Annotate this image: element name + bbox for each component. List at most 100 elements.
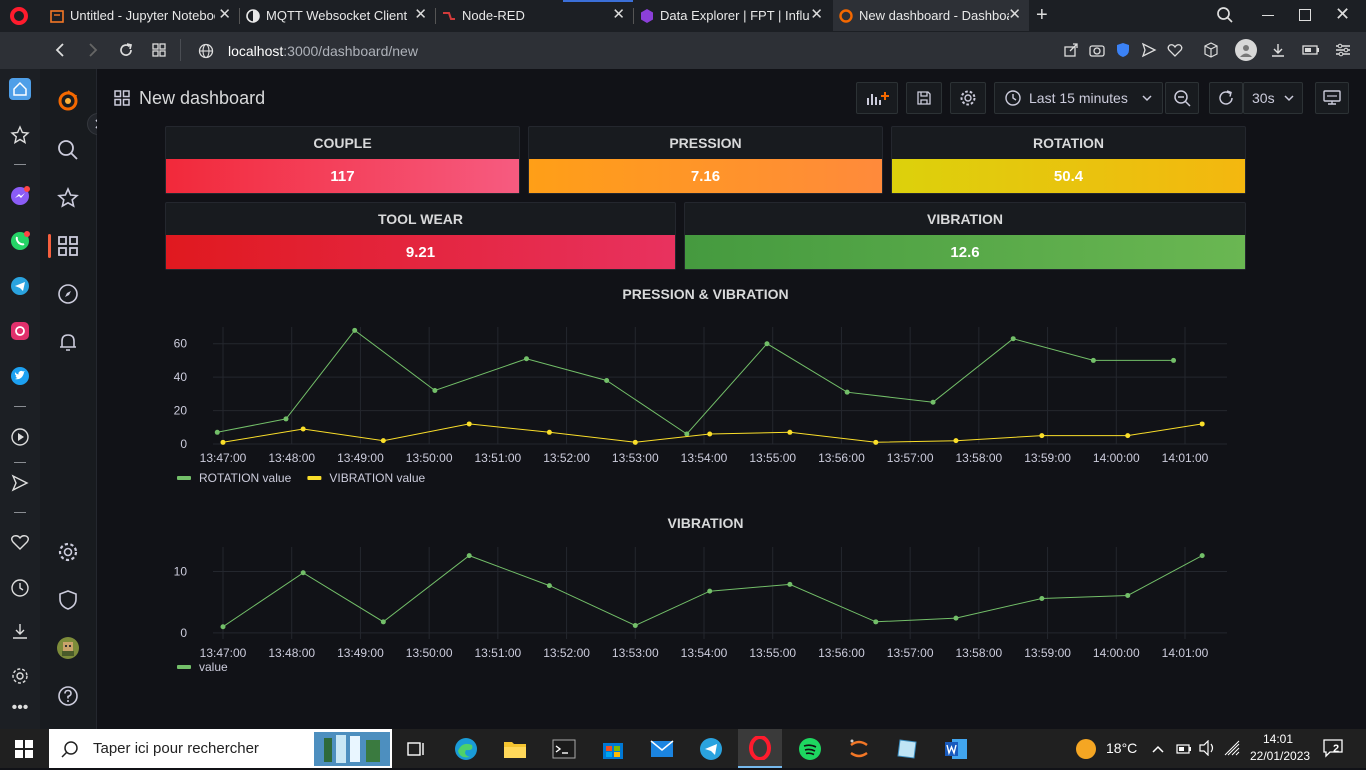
data-point[interactable] bbox=[873, 619, 879, 625]
close-tab-icon[interactable]: ✕ bbox=[612, 7, 625, 22]
speed-dial-star-icon[interactable] bbox=[9, 124, 31, 146]
data-point[interactable] bbox=[632, 439, 638, 445]
data-point[interactable] bbox=[546, 583, 552, 589]
grafana-logo-icon[interactable] bbox=[56, 89, 80, 113]
tab-influxdb[interactable]: Data Explorer | FPT | InfluxDB ✕ bbox=[634, 0, 831, 31]
data-point[interactable] bbox=[300, 426, 306, 432]
legend-label[interactable]: value bbox=[199, 660, 228, 674]
dashboard-title[interactable]: New dashboard bbox=[139, 88, 265, 109]
data-point[interactable] bbox=[220, 624, 226, 630]
data-point[interactable] bbox=[787, 581, 793, 587]
data-point[interactable] bbox=[380, 619, 386, 625]
search-tabs-icon[interactable] bbox=[1216, 6, 1234, 29]
send-icon[interactable] bbox=[1139, 40, 1159, 60]
battery-icon[interactable] bbox=[1176, 742, 1192, 760]
downloads-icon[interactable] bbox=[9, 620, 31, 642]
timeseries-chart-pression-vibration[interactable]: 13:47:00 13:48:00 13:49:00 13:50:00 13:51:00… bbox=[165, 311, 1246, 491]
data-point[interactable] bbox=[300, 570, 306, 576]
data-point[interactable] bbox=[220, 439, 226, 445]
more-dots-icon[interactable]: ••• bbox=[9, 697, 31, 719]
edge-icon[interactable] bbox=[452, 735, 480, 763]
close-tab-icon[interactable]: ✕ bbox=[218, 7, 231, 22]
shield-vpn-icon[interactable] bbox=[1113, 40, 1133, 60]
server-admin-shield-icon[interactable] bbox=[56, 588, 80, 612]
twitter-icon[interactable] bbox=[9, 365, 31, 387]
stat-panel-tool-wear[interactable]: TOOL WEAR 9.21 bbox=[165, 202, 676, 270]
data-point[interactable] bbox=[352, 327, 358, 333]
settings-icon[interactable] bbox=[9, 665, 31, 687]
data-point[interactable] bbox=[873, 439, 879, 445]
tab-node-red[interactable]: Node-RED ✕ bbox=[436, 0, 633, 31]
time-range-picker[interactable]: Last 15 minutes bbox=[994, 82, 1163, 114]
data-point[interactable] bbox=[214, 429, 220, 435]
data-point[interactable] bbox=[283, 416, 289, 422]
battery-saver-icon[interactable] bbox=[1301, 40, 1321, 60]
network-icon[interactable] bbox=[1224, 740, 1240, 761]
new-tab-icon[interactable]: + bbox=[1036, 4, 1048, 27]
chevron-up-icon[interactable] bbox=[1152, 741, 1164, 759]
camera-icon[interactable] bbox=[1087, 40, 1107, 60]
data-point[interactable] bbox=[684, 431, 690, 437]
refresh-button[interactable] bbox=[1209, 82, 1243, 114]
instagram-icon[interactable] bbox=[9, 320, 31, 342]
reload-icon[interactable] bbox=[116, 40, 136, 60]
data-point[interactable] bbox=[930, 399, 936, 405]
data-point[interactable] bbox=[1039, 596, 1045, 602]
back-icon[interactable] bbox=[50, 40, 70, 60]
word-icon[interactable] bbox=[942, 735, 970, 763]
my-flow-icon[interactable] bbox=[9, 472, 31, 494]
data-point[interactable] bbox=[466, 553, 472, 559]
data-point[interactable] bbox=[1039, 433, 1045, 439]
data-point[interactable] bbox=[953, 615, 959, 621]
legend-label[interactable]: ROTATION value bbox=[199, 471, 292, 485]
search-icon[interactable] bbox=[56, 138, 80, 162]
data-point[interactable] bbox=[1010, 336, 1016, 342]
whatsapp-icon[interactable] bbox=[9, 230, 31, 252]
clock[interactable]: 14:01 22/01/2023 bbox=[1250, 731, 1310, 765]
tab-jupyter[interactable]: Untitled - Jupyter Notebook ✕ bbox=[44, 0, 239, 31]
stat-panel-vibration[interactable]: VIBRATION 12.6 bbox=[684, 202, 1246, 270]
close-tab-icon[interactable]: ✕ bbox=[810, 7, 823, 22]
file-explorer-icon[interactable] bbox=[501, 735, 529, 763]
close-tab-icon[interactable]: ✕ bbox=[1008, 7, 1021, 22]
profile-avatar[interactable] bbox=[1235, 39, 1257, 61]
configuration-gear-icon[interactable] bbox=[56, 540, 80, 564]
data-point[interactable] bbox=[707, 431, 713, 437]
mail-icon[interactable] bbox=[648, 735, 676, 763]
stat-panel-pression[interactable]: PRESSION 7.16 bbox=[528, 126, 883, 194]
weather-temperature[interactable]: 18°C bbox=[1106, 740, 1137, 756]
data-point[interactable] bbox=[764, 341, 770, 347]
data-point[interactable] bbox=[604, 377, 610, 383]
spotify-icon[interactable] bbox=[796, 735, 824, 763]
refresh-interval-picker[interactable]: 30s bbox=[1243, 82, 1303, 114]
tab-grid-icon[interactable] bbox=[149, 40, 169, 60]
dashboards-icon[interactable] bbox=[56, 234, 80, 258]
user-avatar[interactable] bbox=[56, 636, 80, 660]
data-point[interactable] bbox=[1199, 421, 1205, 427]
task-view-icon[interactable] bbox=[402, 735, 430, 763]
data-point[interactable] bbox=[1125, 592, 1131, 598]
volume-icon[interactable] bbox=[1198, 739, 1216, 761]
data-point[interactable] bbox=[546, 429, 552, 435]
data-point[interactable] bbox=[787, 429, 793, 435]
dashboard-settings-button[interactable] bbox=[950, 82, 986, 114]
legend-label[interactable]: VIBRATION value bbox=[329, 471, 425, 485]
data-point[interactable] bbox=[1199, 553, 1205, 559]
data-point[interactable] bbox=[432, 388, 438, 394]
timeseries-chart-vibration[interactable]: 13:47:00 13:48:00 13:49:00 13:50:00 13:51:00… bbox=[165, 539, 1246, 681]
add-panel-button[interactable] bbox=[856, 82, 898, 114]
data-point[interactable] bbox=[380, 438, 386, 444]
download-icon[interactable] bbox=[1268, 40, 1288, 60]
starred-icon[interactable] bbox=[56, 186, 80, 210]
restore-icon[interactable] bbox=[1299, 9, 1311, 21]
microsoft-store-icon[interactable] bbox=[599, 735, 627, 763]
home-icon[interactable] bbox=[9, 78, 31, 100]
alerting-bell-icon[interactable] bbox=[56, 330, 80, 354]
terminal-icon[interactable] bbox=[550, 735, 578, 763]
opera-logo-icon[interactable] bbox=[10, 7, 28, 25]
save-dashboard-button[interactable] bbox=[906, 82, 942, 114]
close-window-icon[interactable]: ✕ bbox=[1335, 4, 1350, 25]
zoom-out-button[interactable] bbox=[1165, 82, 1199, 114]
data-point[interactable] bbox=[632, 623, 638, 629]
url-field[interactable]: localhost:3000/dashboard/new bbox=[186, 37, 1056, 64]
